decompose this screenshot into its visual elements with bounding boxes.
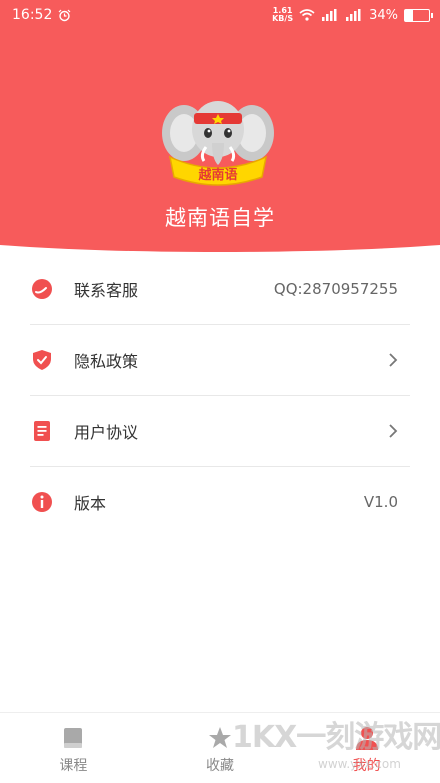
signal-icon bbox=[322, 9, 337, 21]
privacy-policy-row[interactable]: 隐私政策 bbox=[30, 325, 410, 396]
battery-icon bbox=[404, 8, 433, 22]
wifi-icon bbox=[299, 9, 315, 21]
star-icon bbox=[209, 727, 231, 748]
version-value: V1.0 bbox=[363, 493, 398, 511]
elephant-logo: 越南语 bbox=[162, 101, 274, 186]
battery-percent: 34% bbox=[369, 7, 398, 23]
version-row: 版本 V1.0 bbox=[30, 467, 410, 537]
signal-icon-2 bbox=[346, 9, 361, 21]
net-speed-unit: KB/S bbox=[272, 14, 294, 23]
version-label: 版本 bbox=[74, 494, 107, 513]
status-bar: 16:52 1.61 KB/S 34% bbox=[0, 0, 440, 30]
tab-favorites[interactable]: 收藏 bbox=[147, 713, 294, 783]
document-icon bbox=[30, 419, 54, 443]
bottom-tab-bar: 课程 收藏 我的 bbox=[0, 712, 440, 783]
privacy-policy-label: 隐私政策 bbox=[74, 352, 139, 371]
settings-list: 联系客服 QQ:2870957255 隐私政策 用户协议 版本 V1.0 bbox=[0, 254, 440, 537]
logo-text: 越南语 bbox=[197, 167, 237, 183]
info-icon bbox=[30, 490, 54, 514]
contact-service-label: 联系客服 bbox=[74, 281, 139, 300]
tab-courses-label: 课程 bbox=[59, 758, 88, 774]
tab-courses[interactable]: 课程 bbox=[0, 713, 147, 783]
battery-level bbox=[405, 9, 414, 21]
qq-number: QQ:2870957255 bbox=[273, 280, 398, 298]
tab-profile[interactable]: 我的 bbox=[293, 713, 440, 783]
book-icon bbox=[64, 728, 83, 748]
user-agreement-row[interactable]: 用户协议 bbox=[30, 396, 410, 467]
chat-bubble-icon bbox=[30, 277, 54, 301]
tab-profile-label: 我的 bbox=[352, 758, 381, 774]
profile-header: 越南语 越南语自学 bbox=[0, 0, 440, 258]
alarm-icon bbox=[58, 9, 71, 21]
contact-service-row[interactable]: 联系客服 QQ:2870957255 bbox=[30, 254, 410, 325]
tab-favorites-label: 收藏 bbox=[206, 758, 234, 774]
shield-icon bbox=[30, 348, 54, 372]
app-title: 越南语自学 bbox=[165, 206, 275, 230]
person-icon bbox=[355, 727, 378, 750]
status-time: 16:52 bbox=[12, 7, 53, 23]
network-speed: 1.61 KB/S bbox=[272, 7, 293, 23]
chevron-right-icon bbox=[389, 424, 398, 438]
user-agreement-label: 用户协议 bbox=[74, 423, 139, 442]
chevron-right-icon bbox=[389, 353, 398, 367]
